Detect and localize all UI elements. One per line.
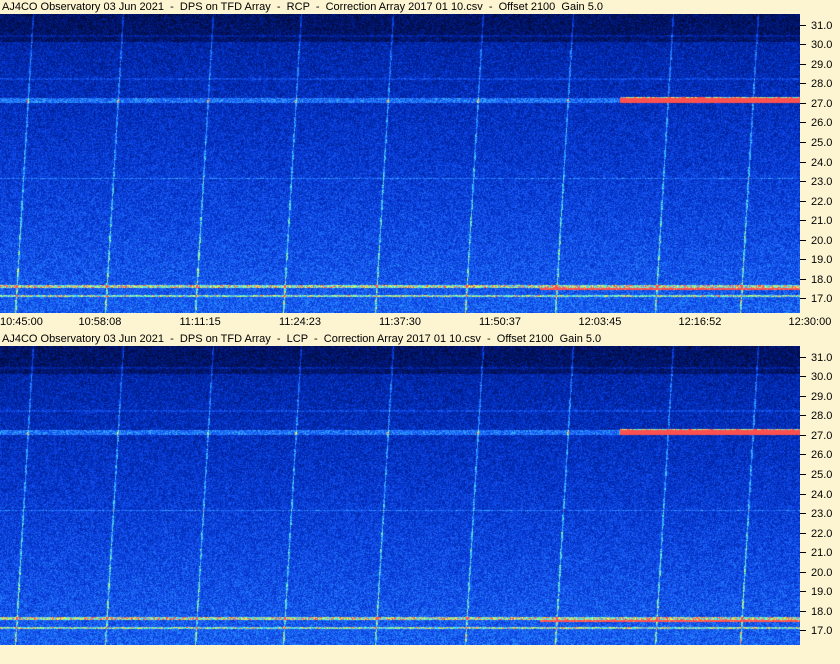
frequency-tick-label: 21.0 [800, 547, 840, 559]
frequency-tick-label: 21.0 [800, 215, 840, 227]
frequency-tick-label: 28.0 [800, 78, 840, 90]
frequency-tick-label: 22.0 [800, 196, 840, 208]
frequency-tick-label: 18.0 [800, 606, 840, 618]
time-tick-label: 10:45:00 [0, 316, 43, 328]
frequency-tick-label: 20.0 [800, 235, 840, 247]
frequency-tick-label: 26.0 [800, 117, 840, 129]
lcp-spectrogram-panel: AJ4CO Observatory 03 Jun 2021 - DPS on T… [0, 332, 840, 664]
frequency-tick-label: 23.0 [800, 176, 840, 188]
frequency-tick-label: 22.0 [800, 528, 840, 540]
frequency-tick-label: 19.0 [800, 586, 840, 598]
rcp-frequency-axis: 31.0 30.0 29.0 28.0 27.0 26.0 25.0 24.0 23.0 22.0… [800, 14, 840, 313]
frequency-tick-label: 31.0 [800, 352, 840, 364]
frequency-tick-label: 23.0 [800, 508, 840, 520]
frequency-tick-label: 29.0 [800, 59, 840, 71]
frequency-tick-label: 25.0 [800, 137, 840, 149]
frequency-tick-label: 24.0 [800, 157, 840, 169]
time-axis: 10:45:00 10:58:08 11:11:15 11:24:23 11:37:30… [0, 313, 840, 332]
frequency-tick-label: 25.0 [800, 469, 840, 481]
time-tick-label: 11:11:15 [179, 316, 221, 328]
time-tick-label: 12:03:45 [578, 316, 622, 328]
frequency-tick-label: 27.0 [800, 98, 840, 110]
frequency-tick-label: 20.0 [800, 567, 840, 579]
time-tick-label: 11:37:30 [379, 316, 422, 328]
time-tick-label: 10:58:08 [78, 316, 122, 328]
frequency-tick-label: 29.0 [800, 391, 840, 403]
lcp-frequency-axis: 31.0 30.0 29.0 28.0 27.0 26.0 25.0 24.0 23.0 22.0… [800, 346, 840, 645]
time-tick-label: 12:30:00 [788, 316, 832, 328]
frequency-tick-label: 28.0 [800, 410, 840, 422]
rcp-title: AJ4CO Observatory 03 Jun 2021 - DPS on T… [0, 0, 840, 14]
frequency-tick-label: 17.0 [800, 625, 840, 637]
time-tick-label: 11:50:37 [479, 316, 522, 328]
time-tick-label: 11:24:23 [279, 316, 322, 328]
frequency-tick-label: 24.0 [800, 489, 840, 501]
frequency-tick-label: 19.0 [800, 254, 840, 266]
frequency-tick-label: 31.0 [800, 20, 840, 32]
rcp-spectrogram [0, 14, 800, 313]
frequency-tick-label: 17.0 [800, 293, 840, 305]
frequency-tick-label: 18.0 [800, 274, 840, 286]
time-tick-label: 12:16:52 [678, 316, 722, 328]
frequency-tick-label: 30.0 [800, 371, 840, 383]
frequency-tick-label: 26.0 [800, 449, 840, 461]
lcp-title: AJ4CO Observatory 03 Jun 2021 - DPS on T… [0, 332, 840, 346]
lcp-spectrogram [0, 346, 800, 645]
frequency-tick-label: 27.0 [800, 430, 840, 442]
rcp-spectrogram-panel: AJ4CO Observatory 03 Jun 2021 - DPS on T… [0, 0, 840, 332]
frequency-tick-label: 30.0 [800, 39, 840, 51]
